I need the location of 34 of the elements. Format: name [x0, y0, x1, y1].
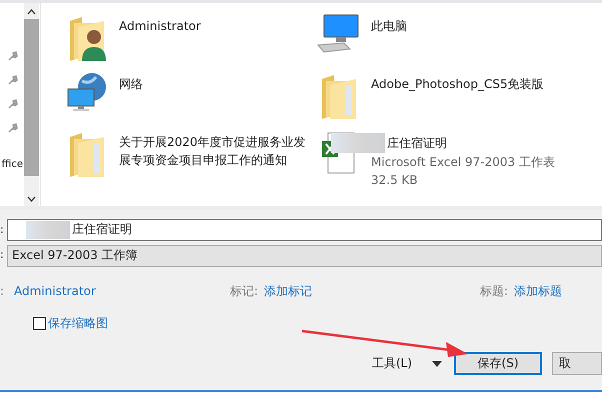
checkbox-label[interactable]: 保存缩略图: [48, 315, 108, 332]
sidebar-item[interactable]: ffice: [2, 159, 23, 170]
file-name[interactable]: 此电脑: [371, 17, 407, 35]
file-name[interactable]: Administrator: [119, 17, 201, 35]
pin-icon: [8, 123, 18, 133]
field-label: :: [0, 223, 5, 236]
scroll-up-icon: [27, 9, 36, 15]
file-detail: Microsoft Excel 97-2003 工作表: [371, 154, 555, 171]
dropdown-caret-icon: [432, 360, 442, 366]
scrollbar-thumb[interactable]: [24, 19, 39, 176]
meta-label: 标题:: [480, 282, 508, 300]
cancel-button[interactable]: 取: [552, 352, 602, 375]
meta-label: 标记:: [230, 282, 258, 300]
file-detail: 32.5 KB: [371, 172, 419, 189]
scrollbar[interactable]: [24, 3, 39, 206]
meta-link[interactable]: 添加标记: [264, 282, 312, 300]
meta-link[interactable]: 添加标题: [514, 282, 562, 300]
field-label: :: [0, 248, 5, 261]
scroll-down-icon: [27, 196, 36, 202]
pin-icon: [8, 51, 18, 61]
file-name[interactable]: Adobe_Photoshop_CS5免装版: [371, 75, 544, 93]
filename-field[interactable]: 庄住宿证明: [7, 218, 602, 240]
file-name[interactable]: 关于开展2020年度市促进服务业发展专项资金项目申报工作的通知: [119, 133, 309, 169]
pin-icon: [8, 75, 18, 85]
file-name[interactable]: 庄住宿证明: [387, 134, 447, 152]
meta-label: :: [0, 284, 6, 298]
pin-icon: [8, 99, 18, 109]
tools-button[interactable]: 工具(L): [366, 352, 418, 375]
save-button[interactable]: 保存(S): [454, 352, 542, 375]
checkbox[interactable]: [33, 317, 46, 330]
file-name[interactable]: 网络: [119, 75, 143, 93]
meta-link[interactable]: Administrator: [14, 284, 96, 298]
filetype-dropdown[interactable]: Excel 97-2003 工作簿: [7, 244, 602, 266]
network-computer-icon: [66, 71, 108, 113]
